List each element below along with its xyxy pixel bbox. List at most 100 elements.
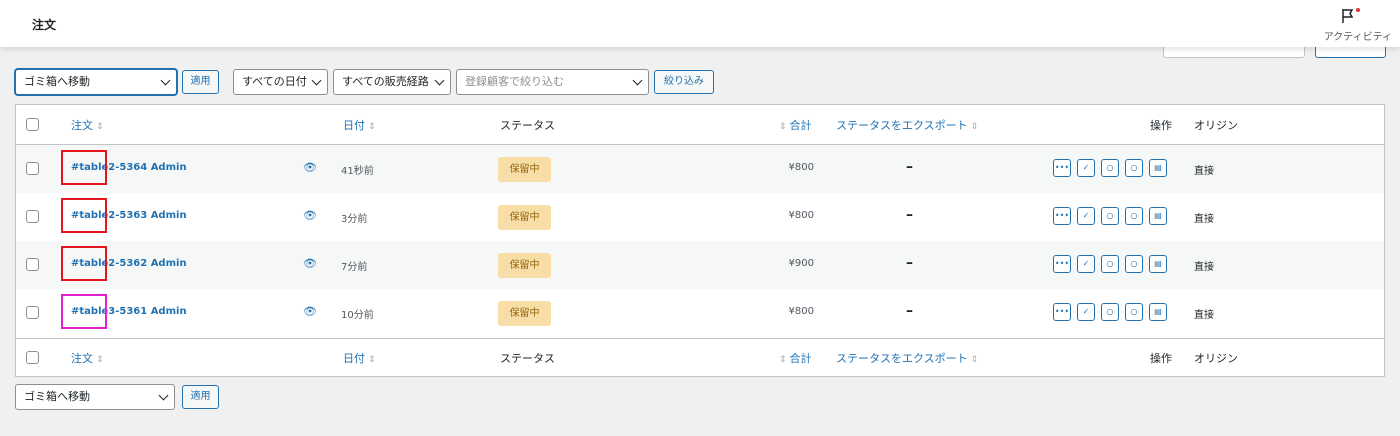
column-export-status[interactable]: ステータスをエクスポート ⇕ xyxy=(836,117,978,133)
sort-icon: ⇕ xyxy=(779,122,787,132)
column-date[interactable]: 日付 ⇕ xyxy=(343,117,376,133)
order-total: ¥800 xyxy=(788,306,814,317)
order-date: 7分前 xyxy=(341,262,368,273)
highlight-box xyxy=(61,198,107,233)
highlight-box xyxy=(61,294,107,329)
column-total-label: 合計 xyxy=(789,352,812,365)
chevron-down-icon xyxy=(160,75,171,86)
export-status-value: – xyxy=(906,207,913,223)
status-badge: 保留中 xyxy=(498,253,551,278)
column-export-status-label: ステータスをエクスポート xyxy=(836,352,968,365)
orders-table: 注文 ⇕ 日付 ⇕ ステータス ⇕ 合計 ステータスをエクスポート ⇕ 操作 オリジン … xyxy=(15,104,1385,377)
top-header-bar: 注文 アクティビティ xyxy=(0,0,1400,47)
notification-dot xyxy=(1356,8,1360,12)
more-actions-button[interactable]: ••• xyxy=(1053,303,1071,321)
select-all-checkbox-footer[interactable] xyxy=(26,351,39,364)
hold-button[interactable]: ○ xyxy=(1125,255,1143,273)
date-filter-value: すべての日付 xyxy=(242,75,307,88)
date-filter-select[interactable]: すべての日付 xyxy=(233,69,328,95)
row-checkbox[interactable] xyxy=(26,162,39,175)
complete-button[interactable]: ✓ xyxy=(1077,159,1095,177)
complete-button[interactable]: ✓ xyxy=(1077,255,1095,273)
column-origin: オリジン xyxy=(1194,119,1238,132)
highlight-box xyxy=(61,246,107,281)
column-actions: 操作 xyxy=(1150,119,1172,132)
hold-button[interactable]: ○ xyxy=(1125,207,1143,225)
row-checkbox[interactable] xyxy=(26,258,39,271)
eye-icon[interactable]: 👁 xyxy=(303,161,317,174)
flag-icon xyxy=(1342,9,1354,23)
row-checkbox[interactable] xyxy=(26,210,39,223)
invoice-button[interactable]: ▤ xyxy=(1149,255,1167,273)
bulk-action-select[interactable]: ゴミ箱へ移動 xyxy=(15,69,177,95)
eye-icon[interactable]: 👁 xyxy=(303,257,317,270)
document-icon: ▤ xyxy=(1154,307,1162,316)
status-badge: 保留中 xyxy=(498,301,551,326)
circle-icon: ○ xyxy=(1130,211,1138,220)
sort-icon: ⇕ xyxy=(779,355,787,365)
row-checkbox[interactable] xyxy=(26,306,39,319)
circle-icon: ○ xyxy=(1106,307,1114,316)
hold-button[interactable]: ○ xyxy=(1125,159,1143,177)
processing-button[interactable]: ○ xyxy=(1101,303,1119,321)
bulk-action-value: ゴミ箱へ移動 xyxy=(24,390,90,403)
ellipsis-icon: ••• xyxy=(1054,307,1070,316)
order-total: ¥800 xyxy=(788,162,814,173)
column-order-label: 注文 xyxy=(71,119,93,132)
column-order-label: 注文 xyxy=(71,352,93,365)
order-total: ¥800 xyxy=(788,210,814,221)
processing-button[interactable]: ○ xyxy=(1101,207,1119,225)
column-order[interactable]: 注文 ⇕ xyxy=(71,117,104,133)
processing-button[interactable]: ○ xyxy=(1101,255,1119,273)
activity-label: アクティビティ xyxy=(1323,32,1392,43)
processing-button[interactable]: ○ xyxy=(1101,159,1119,177)
eye-icon[interactable]: 👁 xyxy=(303,209,317,222)
order-origin: 直接 xyxy=(1194,214,1214,225)
apply-button-bottom[interactable]: 適用 xyxy=(182,385,219,409)
ellipsis-icon: ••• xyxy=(1054,211,1070,220)
filter-button[interactable]: 絞り込み xyxy=(654,70,714,94)
column-total-footer[interactable]: ⇕ 合計 xyxy=(779,350,812,366)
channel-filter-select[interactable]: すべての販売経路 xyxy=(333,69,451,95)
customer-filter-placeholder: 登録顧客で絞り込む xyxy=(465,75,564,88)
check-icon: ✓ xyxy=(1082,307,1090,316)
more-actions-button[interactable]: ••• xyxy=(1053,159,1071,177)
complete-button[interactable]: ✓ xyxy=(1077,303,1095,321)
table-header-row: 注文 ⇕ 日付 ⇕ ステータス ⇕ 合計 ステータスをエクスポート ⇕ 操作 オリジン xyxy=(16,105,1384,145)
circle-icon: ○ xyxy=(1106,259,1114,268)
invoice-button[interactable]: ▤ xyxy=(1149,159,1167,177)
sort-icon: ⇕ xyxy=(368,122,376,132)
column-export-status-footer[interactable]: ステータスをエクスポート ⇕ xyxy=(836,350,978,366)
column-order-footer[interactable]: 注文 ⇕ xyxy=(71,350,104,366)
order-date: 3分前 xyxy=(341,214,368,225)
table-row: #table2-5363 Admin 👁 3分前 保留中 ¥800 – ••• ✓… xyxy=(16,193,1384,241)
customer-filter-select[interactable]: 登録顧客で絞り込む xyxy=(456,69,649,95)
check-icon: ✓ xyxy=(1082,259,1090,268)
apply-button[interactable]: 適用 xyxy=(182,70,219,94)
highlight-box xyxy=(61,150,107,185)
column-date-footer[interactable]: 日付 ⇕ xyxy=(343,350,376,366)
invoice-button[interactable]: ▤ xyxy=(1149,207,1167,225)
complete-button[interactable]: ✓ xyxy=(1077,207,1095,225)
circle-icon: ○ xyxy=(1130,307,1138,316)
status-badge: 保留中 xyxy=(498,157,551,182)
check-icon: ✓ xyxy=(1082,163,1090,172)
order-date: 10分前 xyxy=(341,310,374,321)
sort-icon: ⇕ xyxy=(96,355,104,365)
select-all-checkbox[interactable] xyxy=(26,118,39,131)
column-total-label: 合計 xyxy=(789,119,812,132)
status-badge: 保留中 xyxy=(498,205,551,230)
table-footer-row: 注文 ⇕ 日付 ⇕ ステータス ⇕ 合計 ステータスをエクスポート ⇕ 操作 オリジン xyxy=(16,338,1384,376)
more-actions-button[interactable]: ••• xyxy=(1053,207,1071,225)
circle-icon: ○ xyxy=(1130,163,1138,172)
ellipsis-icon: ••• xyxy=(1054,163,1070,172)
column-status: ステータス xyxy=(500,119,555,132)
more-actions-button[interactable]: ••• xyxy=(1053,255,1071,273)
check-icon: ✓ xyxy=(1082,211,1090,220)
column-total[interactable]: ⇕ 合計 xyxy=(779,117,812,133)
invoice-button[interactable]: ▤ xyxy=(1149,303,1167,321)
eye-icon[interactable]: 👁 xyxy=(303,305,317,318)
hold-button[interactable]: ○ xyxy=(1125,303,1143,321)
column-export-status-label: ステータスをエクスポート xyxy=(836,119,968,132)
bulk-action-select-bottom[interactable]: ゴミ箱へ移動 xyxy=(15,384,175,410)
